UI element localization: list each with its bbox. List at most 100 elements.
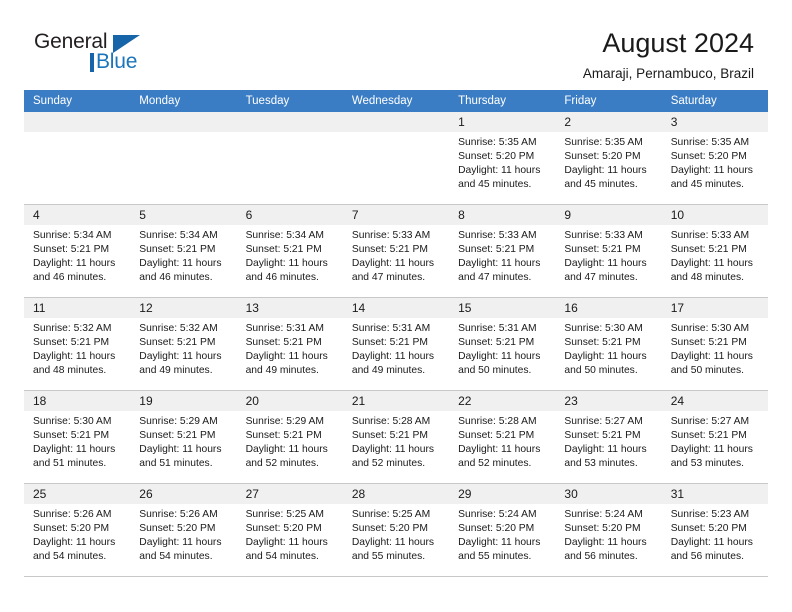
day-number: 7	[342, 205, 450, 225]
calendar-day-cell[interactable]: 17 Sunrise: 5:30 AM Sunset: 5:21 PM Dayligh…	[661, 297, 768, 391]
calendar-day-cell[interactable]: 6 Sunrise: 5:34 AM Sunset: 5:21 PM Daylight…	[236, 204, 343, 298]
day-detail-line: and 54 minutes.	[139, 551, 213, 563]
day-sun-details: Sunrise: 5:24 AM Sunset: 5:20 PM Daylight:…	[555, 504, 661, 564]
day-number: 4	[24, 205, 131, 225]
day-detail-line: Sunrise: 5:24 AM	[458, 509, 537, 520]
calendar-day-cell[interactable]: 27 Sunrise: 5:25 AM Sunset: 5:20 PM Dayligh…	[236, 483, 343, 577]
day-sun-details: Sunrise: 5:31 AM Sunset: 5:21 PM Daylight:…	[343, 318, 449, 378]
day-detail-line: Sunset: 5:21 PM	[245, 430, 322, 442]
weekday-header-monday: Monday	[130, 90, 237, 112]
calendar-day-cell[interactable]: 16 Sunrise: 5:30 AM Sunset: 5:21 PM Dayligh…	[555, 297, 662, 391]
calendar-day-cell[interactable]: 23 Sunrise: 5:27 AM Sunset: 5:21 PM Dayligh…	[555, 390, 662, 484]
calendar-day-cell[interactable]: 18 Sunrise: 5:30 AM Sunset: 5:21 PM Dayligh…	[24, 390, 131, 484]
day-detail-line: Sunrise: 5:34 AM	[245, 230, 324, 241]
calendar-day-cell[interactable]: 14 Sunrise: 5:31 AM Sunset: 5:21 PM Dayligh…	[342, 297, 450, 391]
day-number: 24	[661, 391, 768, 411]
day-detail-line: Sunrise: 5:28 AM	[351, 416, 431, 427]
day-detail-line: Daylight: 11 hours	[245, 258, 328, 270]
day-sun-details: Sunrise: 5:29 AM Sunset: 5:21 PM Daylight:…	[130, 411, 236, 471]
day-detail-line: Sunset: 5:20 PM	[245, 523, 322, 535]
day-number	[24, 112, 131, 132]
calendar-day-cell[interactable]: 22 Sunrise: 5:28 AM Sunset: 5:21 PM Dayligh…	[449, 390, 556, 484]
day-number: 15	[449, 298, 556, 318]
day-detail-line: and 48 minutes.	[33, 365, 107, 377]
day-detail-line: Daylight: 11 hours	[670, 351, 753, 363]
calendar-day-cell[interactable]: 19 Sunrise: 5:29 AM Sunset: 5:21 PM Dayligh…	[130, 390, 237, 484]
day-sun-details: Sunrise: 5:34 AM Sunset: 5:21 PM Daylight:…	[237, 225, 343, 285]
calendar-day-cell[interactable]: 30 Sunrise: 5:24 AM Sunset: 5:20 PM Dayligh…	[555, 483, 662, 577]
day-detail-line: Sunset: 5:21 PM	[351, 430, 428, 442]
calendar-day-cell[interactable]: 25 Sunrise: 5:26 AM Sunset: 5:20 PM Dayligh…	[24, 483, 131, 577]
calendar-day-cell[interactable]: 2 Sunrise: 5:35 AM Sunset: 5:20 PM Daylight…	[555, 112, 662, 205]
calendar-day-cell[interactable]: 15 Sunrise: 5:31 AM Sunset: 5:21 PM Dayligh…	[449, 297, 556, 391]
weekday-header-thursday: Thursday	[449, 90, 556, 112]
calendar-day-cell[interactable]: 29 Sunrise: 5:24 AM Sunset: 5:20 PM Dayligh…	[449, 483, 556, 577]
day-sun-details: Sunrise: 5:27 AM Sunset: 5:21 PM Daylight:…	[555, 411, 661, 471]
calendar-day-cell[interactable]: 12 Sunrise: 5:32 AM Sunset: 5:21 PM Dayligh…	[130, 297, 237, 391]
day-detail-line: and 50 minutes.	[458, 365, 532, 377]
day-detail-line: Sunset: 5:21 PM	[670, 337, 747, 349]
day-cell-inner	[24, 112, 131, 204]
day-cell-inner: 25 Sunrise: 5:26 AM Sunset: 5:20 PM Dayligh…	[24, 484, 131, 576]
day-detail-line: Sunset: 5:21 PM	[670, 244, 747, 256]
calendar-day-cell[interactable]: 28 Sunrise: 5:25 AM Sunset: 5:20 PM Dayligh…	[342, 483, 450, 577]
day-sun-details: Sunrise: 5:30 AM Sunset: 5:21 PM Daylight:…	[24, 411, 130, 471]
general-blue-logo[interactable]: General Blue	[34, 28, 154, 76]
calendar-day-cell[interactable]: 8 Sunrise: 5:33 AM Sunset: 5:21 PM Daylight…	[449, 204, 556, 298]
calendar-week-row: 18 Sunrise: 5:30 AM Sunset: 5:21 PM Dayligh…	[24, 390, 768, 484]
calendar-day-cell[interactable]: 7 Sunrise: 5:33 AM Sunset: 5:21 PM Daylight…	[342, 204, 450, 298]
day-cell-inner: 1 Sunrise: 5:35 AM Sunset: 5:20 PM Daylight…	[449, 112, 556, 204]
day-sun-details: Sunrise: 5:30 AM Sunset: 5:21 PM Daylight:…	[662, 318, 768, 378]
day-detail-line: and 49 minutes.	[351, 365, 426, 377]
day-number: 6	[236, 205, 343, 225]
day-number: 31	[661, 484, 768, 504]
day-detail-line: and 47 minutes.	[351, 272, 426, 284]
calendar-day-cell[interactable]: 31 Sunrise: 5:23 AM Sunset: 5:20 PM Dayligh…	[661, 483, 768, 577]
calendar-day-cell[interactable]: 20 Sunrise: 5:29 AM Sunset: 5:21 PM Dayligh…	[236, 390, 343, 484]
day-sun-details: Sunrise: 5:29 AM Sunset: 5:21 PM Daylight:…	[237, 411, 343, 471]
day-number: 2	[555, 112, 662, 132]
calendar-grid: Sunday Monday Tuesday Wednesday Thursday Frid…	[24, 90, 768, 577]
day-detail-line: and 51 minutes.	[33, 458, 107, 470]
day-number: 21	[342, 391, 450, 411]
day-detail-line: Sunrise: 5:31 AM	[245, 323, 324, 334]
day-detail-line: Sunset: 5:21 PM	[351, 244, 428, 256]
day-number: 19	[130, 391, 237, 411]
calendar-day-cell[interactable]: 21 Sunrise: 5:28 AM Sunset: 5:21 PM Dayligh…	[342, 390, 450, 484]
calendar-day-cell[interactable]: 3 Sunrise: 5:35 AM Sunset: 5:20 PM Daylight…	[661, 112, 768, 205]
day-detail-line: Sunrise: 5:32 AM	[139, 323, 218, 334]
day-sun-details: Sunrise: 5:35 AM Sunset: 5:20 PM Daylight:…	[662, 132, 768, 192]
day-detail-line: Sunrise: 5:31 AM	[351, 323, 431, 334]
day-cell-inner: 28 Sunrise: 5:25 AM Sunset: 5:20 PM Dayligh…	[342, 484, 450, 576]
calendar-day-cell[interactable]: 1 Sunrise: 5:35 AM Sunset: 5:20 PM Daylight…	[449, 112, 556, 205]
day-number: 16	[555, 298, 662, 318]
calendar-day-cell[interactable]: 5 Sunrise: 5:34 AM Sunset: 5:21 PM Daylight…	[130, 204, 237, 298]
calendar-day-cell[interactable]: 24 Sunrise: 5:27 AM Sunset: 5:21 PM Dayligh…	[661, 390, 768, 484]
day-number: 10	[661, 205, 768, 225]
day-cell-inner: 15 Sunrise: 5:31 AM Sunset: 5:21 PM Dayligh…	[449, 298, 556, 390]
day-sun-details: Sunrise: 5:32 AM Sunset: 5:21 PM Daylight:…	[130, 318, 236, 378]
day-detail-line: Daylight: 11 hours	[33, 351, 116, 363]
calendar-day-cell[interactable]: 9 Sunrise: 5:33 AM Sunset: 5:21 PM Daylight…	[555, 204, 662, 298]
day-detail-line: Sunrise: 5:35 AM	[670, 137, 750, 148]
day-number: 23	[555, 391, 662, 411]
day-detail-line: Daylight: 11 hours	[670, 537, 753, 549]
day-sun-details: Sunrise: 5:24 AM Sunset: 5:20 PM Daylight:…	[449, 504, 555, 564]
day-number: 26	[130, 484, 237, 504]
calendar-day-cell[interactable]: 4 Sunrise: 5:34 AM Sunset: 5:21 PM Daylight…	[24, 204, 131, 298]
day-detail-line: Sunrise: 5:35 AM	[564, 137, 643, 148]
calendar-day-cell[interactable]: 13 Sunrise: 5:31 AM Sunset: 5:21 PM Dayligh…	[236, 297, 343, 391]
day-detail-line: Daylight: 11 hours	[351, 444, 435, 456]
day-cell-inner	[130, 112, 237, 204]
calendar-day-cell[interactable]: 11 Sunrise: 5:32 AM Sunset: 5:21 PM Dayligh…	[24, 297, 131, 391]
day-detail-line: and 53 minutes.	[670, 458, 744, 470]
calendar-day-cell[interactable]: 10 Sunrise: 5:33 AM Sunset: 5:21 PM Dayligh…	[661, 204, 768, 298]
day-number: 22	[449, 391, 556, 411]
day-cell-inner: 19 Sunrise: 5:29 AM Sunset: 5:21 PM Dayligh…	[130, 391, 237, 483]
day-detail-line: Sunrise: 5:26 AM	[33, 509, 112, 520]
calendar-empty-cell	[342, 112, 450, 205]
day-detail-line: Daylight: 11 hours	[670, 258, 753, 270]
day-detail-line: Sunrise: 5:34 AM	[33, 230, 112, 241]
calendar-day-cell[interactable]: 26 Sunrise: 5:26 AM Sunset: 5:20 PM Dayligh…	[130, 483, 237, 577]
day-detail-line: Sunrise: 5:34 AM	[139, 230, 218, 241]
